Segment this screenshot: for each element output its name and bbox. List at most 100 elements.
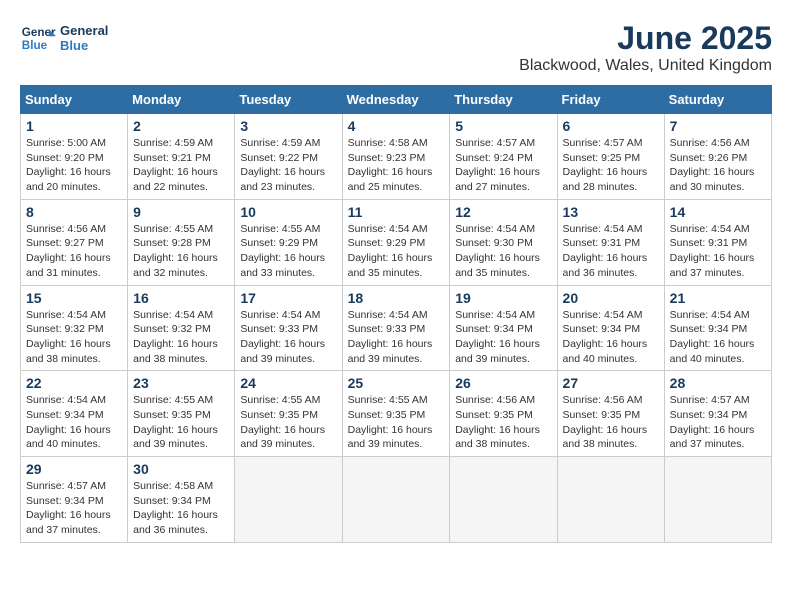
calendar-cell: 27Sunrise: 4:56 AMSunset: 9:35 PMDayligh… — [557, 371, 664, 457]
day-number: 27 — [563, 375, 659, 391]
day-info: Sunrise: 4:57 AMSunset: 9:34 PMDaylight:… — [26, 479, 122, 538]
day-info: Sunrise: 4:59 AMSunset: 9:21 PMDaylight:… — [133, 136, 229, 195]
calendar-week-1: 1 Sunrise: 5:00 AMSunset: 9:20 PMDaylight… — [21, 114, 772, 200]
calendar-cell: 26 Sunrise: 4:56 AMSunset: 9:35 PMDayligh… — [450, 371, 557, 457]
calendar-cell: 22Sunrise: 4:54 AMSunset: 9:34 PMDayligh… — [21, 371, 128, 457]
day-number: 18 — [348, 290, 445, 306]
calendar-cell: 1 Sunrise: 5:00 AMSunset: 9:20 PMDaylight… — [21, 114, 128, 200]
day-info: Sunrise: 4:54 AMSunset: 9:33 PMDaylight:… — [240, 308, 336, 367]
column-header-sunday: Sunday — [21, 86, 128, 114]
calendar-cell: 21 Sunrise: 4:54 AMSunset: 9:34 PMDayligh… — [664, 285, 771, 371]
logo-general: General — [60, 23, 108, 38]
day-number: 30 — [133, 461, 229, 477]
calendar-cell: 8Sunrise: 4:56 AMSunset: 9:27 PMDaylight… — [21, 199, 128, 285]
logo-blue: Blue — [60, 38, 108, 53]
day-info: Sunrise: 4:54 AMSunset: 9:33 PMDaylight:… — [348, 308, 445, 367]
day-info: Sunrise: 4:57 AMSunset: 9:34 PMDaylight:… — [670, 393, 766, 452]
day-number: 7 — [670, 118, 766, 134]
day-info: Sunrise: 4:55 AMSunset: 9:35 PMDaylight:… — [133, 393, 229, 452]
calendar-cell: 29 Sunrise: 4:57 AMSunset: 9:34 PMDayligh… — [21, 457, 128, 543]
calendar-cell: 28 Sunrise: 4:57 AMSunset: 9:34 PMDayligh… — [664, 371, 771, 457]
day-info: Sunrise: 4:54 AMSunset: 9:34 PMDaylight:… — [563, 308, 659, 367]
column-header-wednesday: Wednesday — [342, 86, 450, 114]
day-number: 1 — [26, 118, 122, 134]
calendar-cell — [235, 457, 342, 543]
column-header-thursday: Thursday — [450, 86, 557, 114]
day-info: Sunrise: 4:54 AMSunset: 9:29 PMDaylight:… — [348, 222, 445, 281]
day-number: 19 — [455, 290, 551, 306]
calendar-cell: 3Sunrise: 4:59 AMSunset: 9:22 PMDaylight… — [235, 114, 342, 200]
calendar-cell: 5Sunrise: 4:57 AMSunset: 9:24 PMDaylight… — [450, 114, 557, 200]
calendar-cell: 17 Sunrise: 4:54 AMSunset: 9:33 PMDayligh… — [235, 285, 342, 371]
column-header-friday: Friday — [557, 86, 664, 114]
calendar-week-4: 22Sunrise: 4:54 AMSunset: 9:34 PMDayligh… — [21, 371, 772, 457]
day-number: 23 — [133, 375, 229, 391]
svg-text:Blue: Blue — [22, 39, 48, 52]
day-info: Sunrise: 4:54 AMSunset: 9:34 PMDaylight:… — [670, 308, 766, 367]
calendar-cell — [557, 457, 664, 543]
calendar-cell: 4 Sunrise: 4:58 AMSunset: 9:23 PMDaylight… — [342, 114, 450, 200]
calendar-cell: 10 Sunrise: 4:55 AMSunset: 9:29 PMDayligh… — [235, 199, 342, 285]
day-number: 21 — [670, 290, 766, 306]
day-number: 17 — [240, 290, 336, 306]
day-number: 29 — [26, 461, 122, 477]
day-info: Sunrise: 4:58 AMSunset: 9:23 PMDaylight:… — [348, 136, 445, 195]
page-header: General Blue General Blue June 2025 Blac… — [20, 20, 772, 75]
day-number: 20 — [563, 290, 659, 306]
calendar-cell: 12 Sunrise: 4:54 AMSunset: 9:30 PMDayligh… — [450, 199, 557, 285]
day-info: Sunrise: 4:54 AMSunset: 9:32 PMDaylight:… — [26, 308, 122, 367]
logo-icon: General Blue — [20, 20, 56, 56]
column-header-tuesday: Tuesday — [235, 86, 342, 114]
day-number: 8 — [26, 204, 122, 220]
logo: General Blue General Blue — [20, 20, 108, 56]
calendar-cell: 30 Sunrise: 4:58 AMSunset: 9:34 PMDayligh… — [128, 457, 235, 543]
day-info: Sunrise: 4:56 AMSunset: 9:26 PMDaylight:… — [670, 136, 766, 195]
day-info: Sunrise: 4:55 AMSunset: 9:29 PMDaylight:… — [240, 222, 336, 281]
calendar-header: SundayMondayTuesdayWednesdayThursdayFrid… — [21, 86, 772, 114]
day-number: 10 — [240, 204, 336, 220]
day-number: 4 — [348, 118, 445, 134]
calendar-cell: 20 Sunrise: 4:54 AMSunset: 9:34 PMDayligh… — [557, 285, 664, 371]
day-number: 6 — [563, 118, 659, 134]
day-number: 12 — [455, 204, 551, 220]
calendar-cell: 9Sunrise: 4:55 AMSunset: 9:28 PMDaylight… — [128, 199, 235, 285]
title-block: June 2025 Blackwood, Wales, United Kingd… — [519, 20, 772, 75]
calendar-week-5: 29 Sunrise: 4:57 AMSunset: 9:34 PMDayligh… — [21, 457, 772, 543]
calendar-cell: 13Sunrise: 4:54 AMSunset: 9:31 PMDayligh… — [557, 199, 664, 285]
day-info: Sunrise: 5:00 AMSunset: 9:20 PMDaylight:… — [26, 136, 122, 195]
column-header-monday: Monday — [128, 86, 235, 114]
day-info: Sunrise: 4:55 AMSunset: 9:35 PMDaylight:… — [348, 393, 445, 452]
calendar-table: SundayMondayTuesdayWednesdayThursdayFrid… — [20, 85, 772, 543]
calendar-cell: 6 Sunrise: 4:57 AMSunset: 9:25 PMDaylight… — [557, 114, 664, 200]
calendar-cell — [342, 457, 450, 543]
calendar-cell: 24 Sunrise: 4:55 AMSunset: 9:35 PMDayligh… — [235, 371, 342, 457]
calendar-subtitle: Blackwood, Wales, United Kingdom — [519, 57, 772, 75]
calendar-cell — [450, 457, 557, 543]
day-number: 16 — [133, 290, 229, 306]
calendar-week-2: 8Sunrise: 4:56 AMSunset: 9:27 PMDaylight… — [21, 199, 772, 285]
calendar-cell: 11 Sunrise: 4:54 AMSunset: 9:29 PMDayligh… — [342, 199, 450, 285]
calendar-week-3: 15Sunrise: 4:54 AMSunset: 9:32 PMDayligh… — [21, 285, 772, 371]
calendar-cell: 25Sunrise: 4:55 AMSunset: 9:35 PMDayligh… — [342, 371, 450, 457]
calendar-cell: 19 Sunrise: 4:54 AMSunset: 9:34 PMDayligh… — [450, 285, 557, 371]
calendar-cell: 14Sunrise: 4:54 AMSunset: 9:31 PMDayligh… — [664, 199, 771, 285]
day-info: Sunrise: 4:58 AMSunset: 9:34 PMDaylight:… — [133, 479, 229, 538]
day-number: 3 — [240, 118, 336, 134]
day-info: Sunrise: 4:54 AMSunset: 9:30 PMDaylight:… — [455, 222, 551, 281]
day-info: Sunrise: 4:56 AMSunset: 9:35 PMDaylight:… — [455, 393, 551, 452]
day-info: Sunrise: 4:54 AMSunset: 9:31 PMDaylight:… — [563, 222, 659, 281]
day-info: Sunrise: 4:54 AMSunset: 9:34 PMDaylight:… — [455, 308, 551, 367]
calendar-cell: 2 Sunrise: 4:59 AMSunset: 9:21 PMDaylight… — [128, 114, 235, 200]
calendar-cell: 7 Sunrise: 4:56 AMSunset: 9:26 PMDaylight… — [664, 114, 771, 200]
day-info: Sunrise: 4:57 AMSunset: 9:25 PMDaylight:… — [563, 136, 659, 195]
calendar-body: 1 Sunrise: 5:00 AMSunset: 9:20 PMDaylight… — [21, 114, 772, 543]
day-number: 9 — [133, 204, 229, 220]
day-info: Sunrise: 4:54 AMSunset: 9:32 PMDaylight:… — [133, 308, 229, 367]
day-number: 28 — [670, 375, 766, 391]
day-number: 2 — [133, 118, 229, 134]
day-number: 24 — [240, 375, 336, 391]
day-info: Sunrise: 4:55 AMSunset: 9:35 PMDaylight:… — [240, 393, 336, 452]
day-number: 11 — [348, 204, 445, 220]
day-number: 26 — [455, 375, 551, 391]
calendar-cell — [664, 457, 771, 543]
